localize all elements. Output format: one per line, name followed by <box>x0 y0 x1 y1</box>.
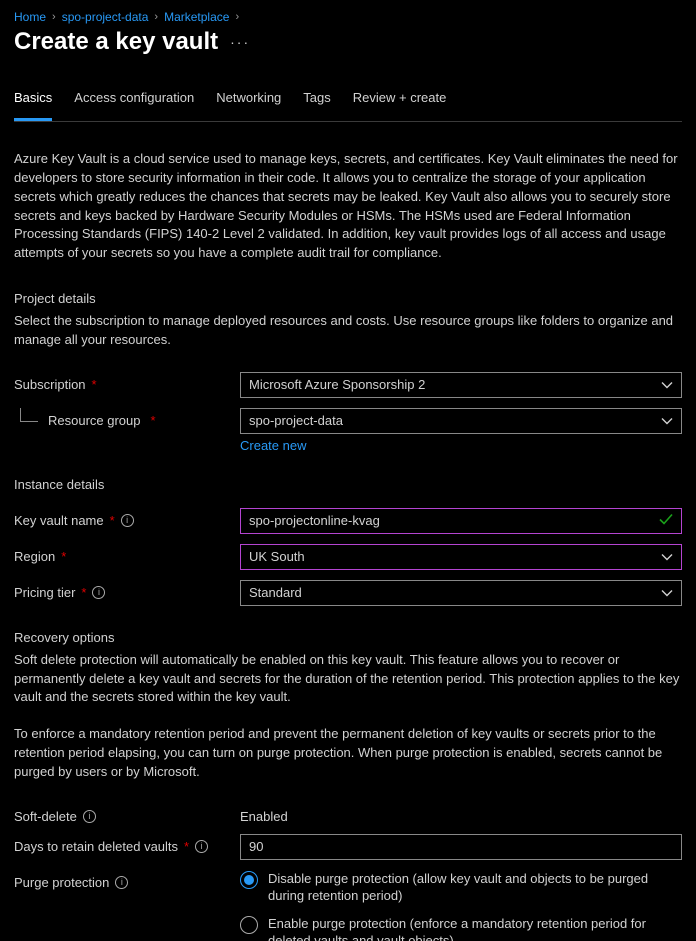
recovery-options-heading: Recovery options <box>14 630 682 645</box>
days-retain-input[interactable]: 90 <box>240 834 682 860</box>
purge-protection-label: Purge protection <box>14 875 109 890</box>
region-value: UK South <box>249 549 305 564</box>
purge-disable-label: Disable purge protection (allow key vaul… <box>268 870 682 905</box>
info-icon[interactable]: i <box>83 810 96 823</box>
keyvault-name-value: spo-projectonline-kvag <box>249 513 380 528</box>
region-select[interactable]: UK South <box>240 544 682 570</box>
info-icon[interactable]: i <box>121 514 134 527</box>
chevron-down-icon <box>661 549 673 564</box>
breadcrumb-group[interactable]: spo-project-data <box>62 10 149 24</box>
soft-delete-value: Enabled <box>240 804 682 824</box>
required-indicator: * <box>61 549 66 564</box>
chevron-down-icon <box>661 585 673 600</box>
info-icon[interactable]: i <box>115 876 128 889</box>
tab-basics[interactable]: Basics <box>14 90 52 121</box>
tabs: Basics Access configuration Networking T… <box>14 90 682 122</box>
pricing-tier-label: Pricing tier <box>14 585 75 600</box>
purge-disable-radio[interactable] <box>240 871 258 889</box>
info-icon[interactable]: i <box>195 840 208 853</box>
chevron-right-icon: › <box>52 11 56 23</box>
instance-details-heading: Instance details <box>14 477 682 492</box>
intro-text: Azure Key Vault is a cloud service used … <box>14 150 682 263</box>
region-label: Region <box>14 549 55 564</box>
purge-enable-label: Enable purge protection (enforce a manda… <box>268 915 682 941</box>
tab-access[interactable]: Access configuration <box>74 90 194 121</box>
page-title: Create a key vault <box>14 28 218 56</box>
more-actions-button[interactable]: ··· <box>230 34 250 50</box>
project-details-desc: Select the subscription to manage deploy… <box>14 312 682 350</box>
required-indicator: * <box>110 513 115 528</box>
indent-icon <box>20 408 38 422</box>
keyvault-name-label: Key vault name <box>14 513 104 528</box>
subscription-label: Subscription <box>14 377 86 392</box>
required-indicator: * <box>81 585 86 600</box>
pricing-tier-select[interactable]: Standard <box>240 580 682 606</box>
resource-group-select[interactable]: spo-project-data <box>240 408 682 434</box>
soft-delete-label: Soft-delete <box>14 809 77 824</box>
chevron-down-icon <box>661 413 673 428</box>
days-retain-value: 90 <box>249 839 263 854</box>
subscription-value: Microsoft Azure Sponsorship 2 <box>249 377 425 392</box>
subscription-select[interactable]: Microsoft Azure Sponsorship 2 <box>240 372 682 398</box>
check-icon <box>659 513 673 528</box>
recovery-desc-2: To enforce a mandatory retention period … <box>14 725 682 782</box>
pricing-tier-value: Standard <box>249 585 302 600</box>
breadcrumb-home[interactable]: Home <box>14 10 46 24</box>
chevron-down-icon <box>661 377 673 392</box>
tab-networking[interactable]: Networking <box>216 90 281 121</box>
breadcrumb: Home › spo-project-data › Marketplace › <box>14 10 682 24</box>
required-indicator: * <box>184 839 189 854</box>
required-indicator: * <box>151 413 156 428</box>
tab-review[interactable]: Review + create <box>353 90 447 121</box>
resource-group-label: Resource group <box>48 413 141 428</box>
chevron-right-icon: › <box>235 11 239 23</box>
recovery-desc-1: Soft delete protection will automaticall… <box>14 651 682 708</box>
required-indicator: * <box>92 377 97 392</box>
info-icon[interactable]: i <box>92 586 105 599</box>
resource-group-value: spo-project-data <box>249 413 343 428</box>
days-retain-label: Days to retain deleted vaults <box>14 839 178 854</box>
purge-enable-radio[interactable] <box>240 916 258 934</box>
tab-tags[interactable]: Tags <box>303 90 330 121</box>
create-new-link[interactable]: Create new <box>240 438 306 453</box>
chevron-right-icon: › <box>154 11 158 23</box>
breadcrumb-section[interactable]: Marketplace <box>164 10 229 24</box>
keyvault-name-input[interactable]: spo-projectonline-kvag <box>240 508 682 534</box>
project-details-heading: Project details <box>14 291 682 306</box>
